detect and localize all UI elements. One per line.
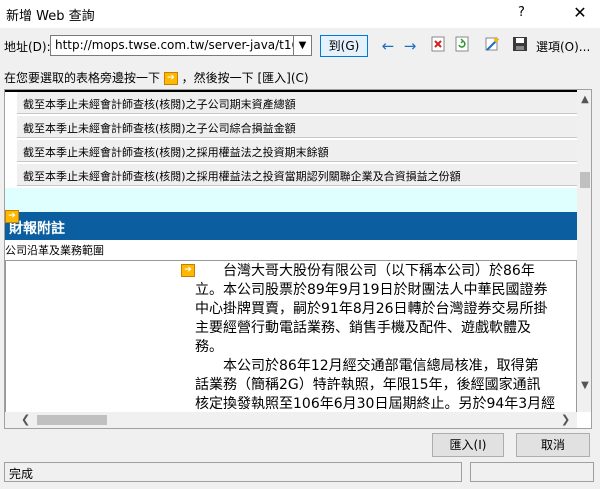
table-row: 截至本季止未經會計師查核(核閱)之子公司綜合損益金額 (17, 116, 577, 138)
hint-prefix: 在您要選取的表格旁邊按一下 (4, 71, 161, 85)
back-arrow-icon[interactable]: ← (378, 36, 398, 56)
address-dropdown-button[interactable]: ▼ (293, 35, 312, 56)
paragraph-line: 中心掛牌買賣，嗣於91年8月26日轉於台灣證券交易所掛 (195, 301, 548, 317)
window-title: 新增 Web 查詢 (6, 9, 95, 24)
close-button[interactable]: ✕ (560, 1, 600, 27)
paragraph-line: 立。本公司股票於89年9月19日於財團法人中華民國證券 (195, 282, 548, 298)
select-table-arrow-icon[interactable]: ➔ (181, 264, 195, 277)
hide-icons-icon[interactable] (482, 36, 502, 56)
paragraph-line: 主要經營行動電話業務、銷售手機及配件、遊戲軟體及 (195, 320, 531, 336)
chevron-down-icon: ▼ (298, 40, 307, 51)
paragraph-line: 台灣大哥大股份有限公司（以下稱本公司）於86年 (195, 263, 535, 279)
scroll-up-icon[interactable]: ▲ (577, 94, 591, 105)
section-subtitle: 公司沿革及業務範圍 (5, 244, 104, 257)
instruction-hint: 在您要選取的表格旁邊按一下 ➔ ，然後按一下 [匯入](C) (4, 69, 309, 86)
status-panel (470, 462, 594, 482)
import-button[interactable]: 匯入(I) (432, 433, 504, 457)
selection-band (5, 188, 577, 212)
table-row: 截至本季止未經會計師查核(核閱)之採用權益法之投資期末餘額 (17, 140, 577, 162)
title-bar: 新增 Web 查詢 ? ✕ (0, 0, 600, 28)
paragraph-line: 話業務（簡稱2G）特許執照，年限15年，後經國家通訊 (195, 377, 541, 393)
scroll-left-icon[interactable]: ❮ (21, 413, 30, 426)
table-row: 截至本季止未經會計師查核(核閱)之子公司期末資產總額 (17, 92, 577, 114)
section-header: 財報附註 (5, 212, 577, 240)
status-bar: 完成 (0, 462, 600, 489)
horizontal-scrollbar[interactable]: ❮ ❯ (5, 412, 577, 428)
web-preview-pane[interactable]: 截至本季止未經會計師查核(核閱)之子公司期末資產總額 截至本季止未經會計師查核(… (4, 89, 592, 429)
hint-suffix: ，然後按一下 [匯入](C) (181, 71, 309, 85)
horizontal-scroll-thumb[interactable] (37, 415, 107, 425)
paragraph-line: 務。 (195, 339, 223, 355)
refresh-icon[interactable] (452, 36, 472, 56)
section-title: 財報附註 (9, 221, 65, 237)
select-table-arrow-icon: ➔ (163, 72, 178, 85)
scroll-down-icon[interactable]: ▼ (577, 380, 591, 391)
table-row: 截至本季止未經會計師查核(核閱)之採用權益法之投資當期認列關聯企業及合資損益之份… (17, 164, 577, 186)
address-input[interactable]: http://mops.twse.com.tw/server-java/t164… (50, 35, 312, 56)
address-label: 地址(D): (4, 40, 51, 54)
options-button[interactable]: 選項(O)... (536, 38, 590, 55)
vertical-scroll-thumb[interactable] (580, 172, 590, 188)
forward-arrow-icon[interactable]: → (400, 36, 420, 56)
save-query-icon[interactable] (510, 36, 530, 56)
stop-icon[interactable] (428, 36, 448, 56)
vertical-scrollbar[interactable]: ▲ ▼ (577, 90, 591, 412)
scroll-right-icon[interactable]: ❯ (561, 413, 570, 426)
status-text: 完成 (4, 462, 462, 482)
cancel-button[interactable]: 取消 (516, 433, 590, 457)
address-toolbar: 地址(D): http://mops.twse.com.tw/server-ja… (0, 33, 600, 59)
select-table-arrow-icon[interactable]: ➔ (5, 210, 19, 223)
paragraph-line: 本公司於86年12月經交通部電信總局核准，取得第 (195, 358, 539, 374)
help-button[interactable]: ? (518, 5, 525, 20)
go-button[interactable]: 到(G) (320, 35, 368, 57)
